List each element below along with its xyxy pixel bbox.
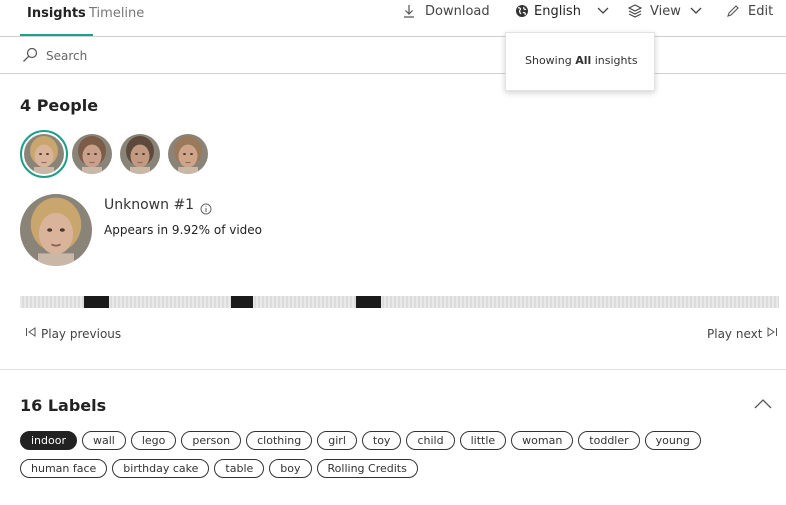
view-popup: Showing All insights: [505, 32, 655, 91]
avatar-3[interactable]: [120, 134, 160, 174]
search-input[interactable]: [46, 47, 346, 65]
label-chip[interactable]: Rolling Credits: [316, 459, 418, 478]
timeline-segment[interactable]: [231, 296, 253, 308]
play-next-button[interactable]: Play next: [707, 326, 778, 341]
label-chip-row: human face birthday cake table boy Rolling C…: [20, 459, 720, 478]
label-chip-row: indoor wall lego person clothing girl toy child…: [20, 431, 720, 450]
label-chip[interactable]: birthday cake: [112, 459, 210, 478]
view-popup-message: Showing All insights: [525, 54, 638, 67]
label-chip[interactable]: person: [181, 431, 242, 450]
label-chip[interactable]: lego: [130, 431, 177, 450]
search-bar: [0, 38, 786, 74]
label-chip[interactable]: little: [459, 431, 507, 450]
avatar-4[interactable]: [168, 134, 208, 174]
play-previous-label: Play previous: [41, 326, 122, 341]
play-previous-button[interactable]: Play previous: [25, 326, 121, 341]
tab-timeline[interactable]: Timeline: [89, 6, 144, 35]
label-chip[interactable]: clothing: [246, 431, 313, 450]
download-label: Download: [425, 3, 490, 19]
info-icon[interactable]: [200, 200, 212, 219]
label-chip[interactable]: child: [406, 431, 455, 450]
label-chip[interactable]: boy: [269, 459, 312, 478]
language-dropdown[interactable]: English: [515, 2, 609, 20]
appearance-text: Appears in 9.92% of video: [104, 223, 263, 237]
section-divider: [0, 369, 786, 370]
label-chip[interactable]: toy: [361, 431, 402, 450]
popup-bold: All: [575, 54, 592, 67]
labels-title: 16 Labels: [20, 396, 107, 415]
top-bar: Insights Timeline Download English View …: [0, 0, 786, 37]
avatar-1[interactable]: [20, 130, 68, 178]
timeline-segment[interactable]: [84, 296, 109, 308]
edit-label: Edit: [748, 3, 774, 19]
popup-suffix: insights: [591, 54, 638, 67]
label-chip[interactable]: human face: [20, 459, 108, 478]
edit-button[interactable]: Edit: [726, 2, 773, 20]
play-next-label: Play next: [707, 326, 763, 341]
globe-icon: [515, 4, 529, 18]
avatar-2[interactable]: [72, 134, 112, 174]
play-previous-icon: [25, 326, 37, 341]
person-name: Unknown #1: [104, 197, 195, 213]
label-chip[interactable]: table: [214, 459, 265, 478]
chevron-up-icon[interactable]: [754, 394, 772, 413]
view-label: View: [650, 3, 681, 19]
play-next-icon: [766, 326, 778, 341]
search-icon: [22, 47, 38, 67]
selected-person-avatar: [20, 194, 92, 266]
tab-insights[interactable]: Insights: [20, 6, 93, 36]
view-dropdown[interactable]: View: [628, 2, 702, 20]
label-chip[interactable]: wall: [82, 431, 126, 450]
pencil-icon: [726, 4, 740, 18]
label-chip[interactable]: young: [644, 431, 701, 450]
appearance-timeline[interactable]: [20, 296, 779, 308]
people-title: 4 People: [20, 96, 99, 115]
label-chip[interactable]: woman: [511, 431, 574, 450]
download-button[interactable]: Download: [403, 2, 490, 20]
label-chips: indoor wall lego person clothing girl toy child…: [20, 431, 720, 487]
popup-prefix: Showing: [525, 54, 576, 67]
download-icon: [403, 4, 415, 18]
chevron-down-icon: [690, 7, 702, 15]
label-chip[interactable]: indoor: [20, 431, 77, 450]
layers-icon: [628, 4, 642, 18]
language-label: English: [534, 3, 581, 19]
chevron-down-icon: [597, 7, 609, 15]
timeline-segment[interactable]: [356, 296, 381, 308]
label-chip[interactable]: toddler: [578, 431, 640, 450]
label-chip[interactable]: girl: [317, 431, 357, 450]
